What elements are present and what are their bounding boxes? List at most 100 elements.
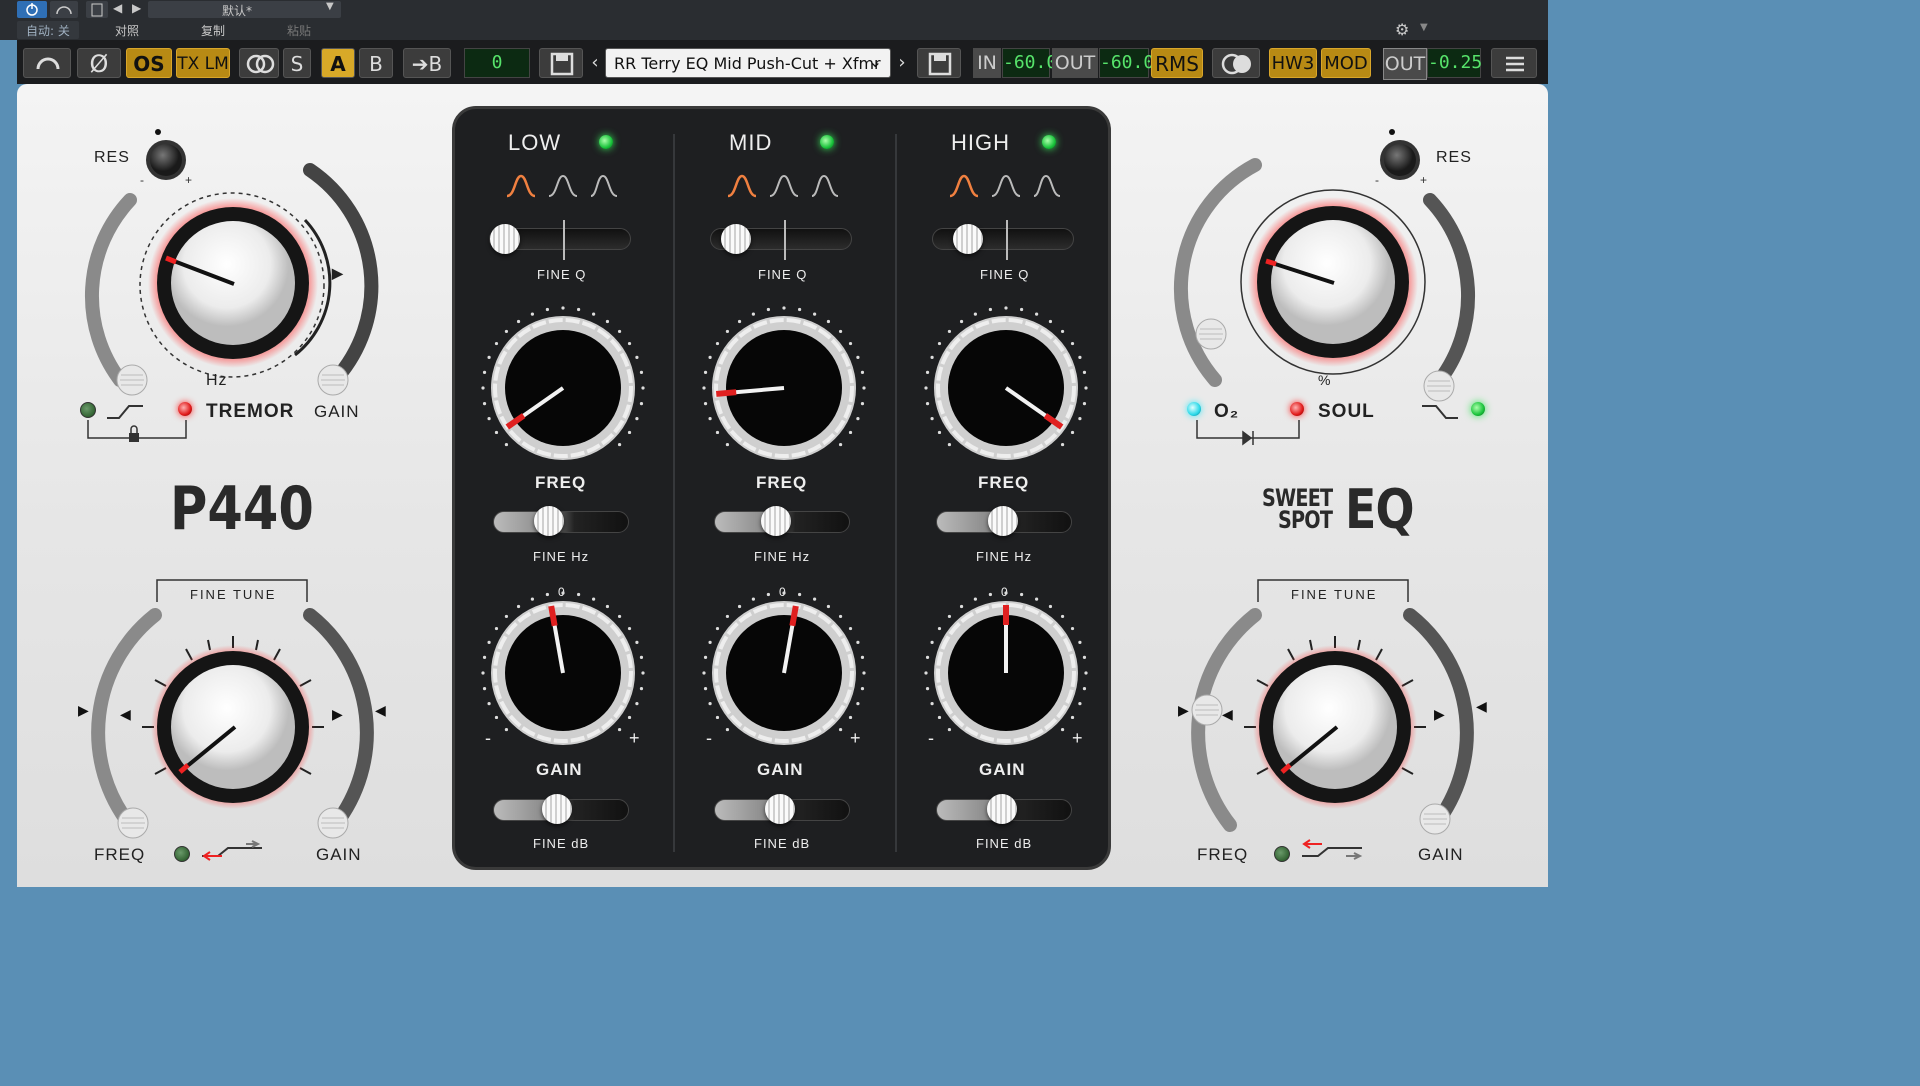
prev-preset-button[interactable]: ◀ xyxy=(113,1,122,15)
mod-button[interactable]: MOD xyxy=(1321,48,1371,78)
svg-text:◀: ◀ xyxy=(120,706,131,722)
right-shape-led[interactable] xyxy=(1471,402,1485,416)
fine-hz-label: FINE Hz xyxy=(754,549,811,564)
fine-hz-label: FINE Hz xyxy=(533,549,590,564)
left-freq-slider-thumb[interactable] xyxy=(116,806,150,840)
next-preset-button[interactable]: ▶ xyxy=(132,1,141,15)
right-freq-slider-thumb[interactable] xyxy=(1190,693,1224,727)
copy-button[interactable]: 复制 xyxy=(201,22,225,39)
right-soul-knob[interactable] xyxy=(1248,197,1418,367)
phase-button[interactable]: Ø xyxy=(77,48,121,78)
right-gain-slider-thumb[interactable] xyxy=(1418,802,1452,836)
floppy-disk-icon xyxy=(928,52,952,76)
mode-toggle-button[interactable] xyxy=(1212,48,1260,78)
gain-minus-label: - xyxy=(706,728,713,748)
right-slider-thumb-left[interactable] xyxy=(1194,317,1228,351)
center-tick xyxy=(1006,220,1008,260)
out-level-value[interactable]: -60.0 xyxy=(1099,48,1154,78)
bell-shape-icon xyxy=(991,174,1021,197)
solo-button[interactable]: S xyxy=(283,48,311,78)
left-tremor-shape-led[interactable] xyxy=(80,402,96,418)
freq-knob[interactable] xyxy=(479,304,647,472)
compare-button[interactable]: 对照 xyxy=(115,22,139,39)
output-gain-value[interactable]: -0.25 xyxy=(1427,48,1482,78)
left-tremor-knob[interactable] xyxy=(148,198,318,368)
preset-next-button[interactable]: › xyxy=(895,48,909,78)
preset-name: RR Terry EQ Mid Push-Cut + Xfmr xyxy=(614,54,881,73)
save-preset-button[interactable] xyxy=(539,48,583,78)
b-button[interactable]: B xyxy=(359,48,393,78)
in-level-value[interactable]: -60.0 xyxy=(1002,48,1057,78)
o2-led[interactable] xyxy=(1187,402,1201,416)
freq-knob[interactable] xyxy=(700,304,868,472)
preset-select[interactable]: RR Terry EQ Mid Push-Cut + Xfmr ⌄ xyxy=(605,48,891,78)
sweet-brand-line2: SPOT xyxy=(1278,506,1333,534)
rotate-icon xyxy=(36,57,60,70)
band-name: HIGH xyxy=(951,130,1010,155)
settings-chevron-icon[interactable]: ▼ xyxy=(1420,22,1428,33)
freq-knob[interactable] xyxy=(922,304,1090,472)
band-shape-selector[interactable] xyxy=(724,172,844,202)
out2-label: OUT xyxy=(1383,48,1427,80)
gain-knob[interactable] xyxy=(479,589,647,757)
power-button[interactable] xyxy=(17,1,47,18)
band-enable-led[interactable] xyxy=(599,135,613,149)
soul-led[interactable] xyxy=(1290,402,1304,416)
automation-icon-button[interactable] xyxy=(50,1,78,18)
preset-prev-button[interactable]: ‹ xyxy=(588,48,602,78)
band-divider-2 xyxy=(895,134,897,852)
left-gain-slider-thumb[interactable] xyxy=(316,806,350,840)
fine-db-thumb[interactable] xyxy=(765,794,795,824)
fine-db-thumb[interactable] xyxy=(542,794,572,824)
lock-link-icon xyxy=(87,420,187,442)
gain-knob[interactable] xyxy=(922,589,1090,757)
band-name: MID xyxy=(729,130,773,155)
paste-button[interactable]: 粘贴 xyxy=(287,22,311,39)
host-preset-select[interactable]: 默认* ▼ xyxy=(148,1,341,18)
band-name: LOW xyxy=(508,130,562,155)
left-route-led[interactable] xyxy=(174,846,190,862)
bypass-button[interactable] xyxy=(23,48,71,78)
gain-knob[interactable] xyxy=(700,589,868,757)
stereo-link-button[interactable] xyxy=(239,48,279,78)
txlm-button[interactable]: TX LM xyxy=(176,48,230,78)
band-shape-selector[interactable] xyxy=(503,172,623,202)
right-fine-tune-knob[interactable] xyxy=(1240,632,1430,822)
left-arrow-right-icon: ▶ xyxy=(332,265,344,281)
left-slider-thumb-right[interactable] xyxy=(316,363,350,397)
auto-off-button[interactable]: 自动: 关 xyxy=(17,21,79,39)
fine-q-thumb[interactable] xyxy=(721,224,751,254)
hw3-button[interactable]: HW3 xyxy=(1269,48,1317,78)
tremor-led[interactable] xyxy=(178,402,192,416)
right-slider-thumb-right[interactable] xyxy=(1422,369,1456,403)
gain-label: GAIN xyxy=(979,760,1026,779)
settings-gear-icon[interactable]: ⚙ xyxy=(1395,20,1409,39)
a-button[interactable]: A xyxy=(321,48,355,78)
band-enable-led[interactable] xyxy=(820,135,834,149)
left-hz-label: Hz xyxy=(206,372,228,389)
fine-q-thumb[interactable] xyxy=(490,224,520,254)
fine-hz-thumb[interactable] xyxy=(988,506,1018,536)
fine-hz-thumb[interactable] xyxy=(534,506,564,536)
band-enable-led[interactable] xyxy=(1042,135,1056,149)
fine-q-thumb[interactable] xyxy=(953,224,983,254)
copy-a-to-b-button[interactable]: ➔B xyxy=(403,48,451,78)
counter-display[interactable]: 0 xyxy=(464,48,530,78)
p440-brand: P440 xyxy=(170,474,314,544)
bell-shape-icon xyxy=(811,174,839,197)
freq-label: FREQ xyxy=(756,473,808,492)
right-route-led[interactable] xyxy=(1274,846,1290,862)
left-fine-tune-knob[interactable] xyxy=(138,632,328,822)
fine-db-thumb[interactable] xyxy=(987,794,1017,824)
host-bar: ◀ ▶ 默认* ▼ 自动: 关 对照 复制 粘贴 ⚙ ▼ xyxy=(0,0,1548,40)
left-slider-thumb-left[interactable] xyxy=(115,363,149,397)
route-arrows-icon xyxy=(202,840,262,861)
os-button[interactable]: OS xyxy=(126,48,172,78)
file-menu-button[interactable] xyxy=(86,1,108,18)
rms-button[interactable]: RMS xyxy=(1151,48,1203,78)
band-shape-selector[interactable] xyxy=(946,172,1066,202)
fine-hz-thumb[interactable] xyxy=(761,506,791,536)
menu-button[interactable] xyxy=(1491,48,1537,78)
save-preset-button-2[interactable] xyxy=(917,48,961,78)
o2-soul-link-icon xyxy=(1196,420,1300,446)
